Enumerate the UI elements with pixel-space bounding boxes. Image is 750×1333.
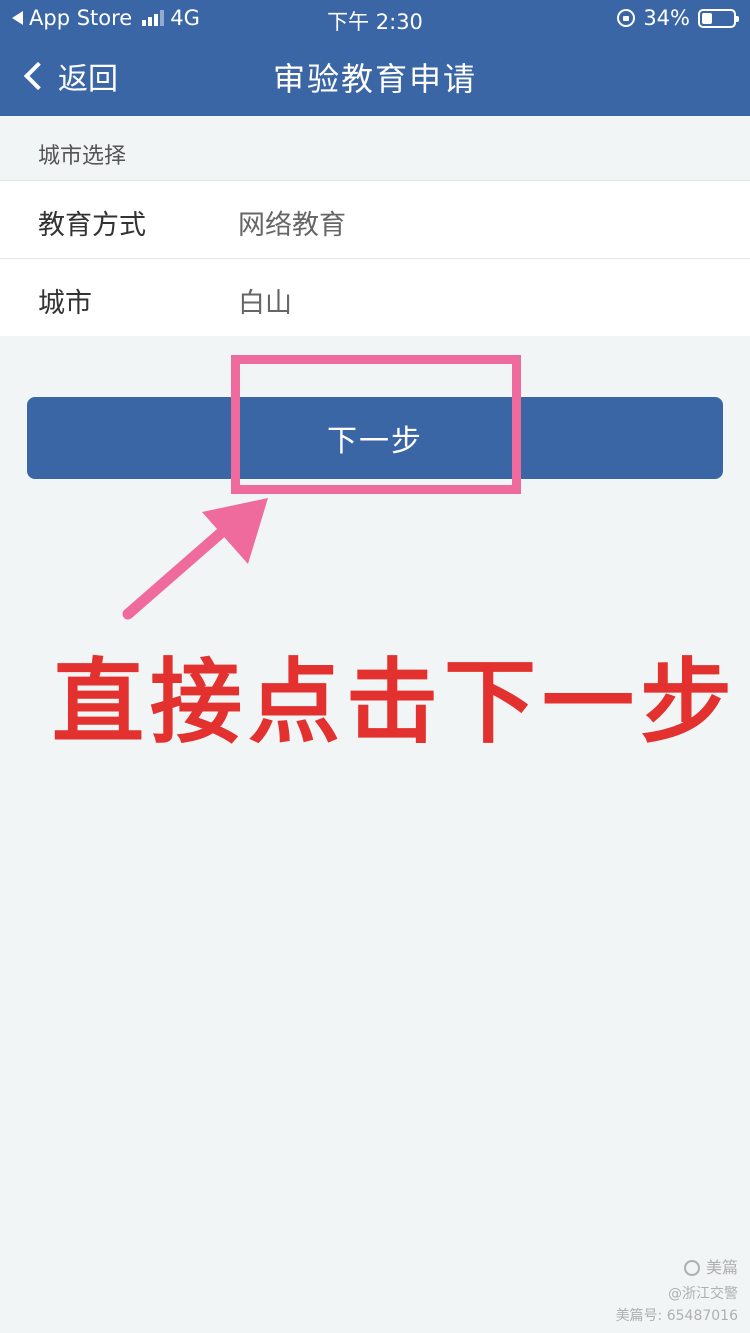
meipian-logo-icon [683, 1260, 700, 1276]
instruction-text: 直接点击下一步 [52, 649, 739, 756]
watermark-logo: 美篇 [683, 1257, 738, 1279]
watermark-line1: @浙江交警 [668, 1286, 738, 1302]
watermark-line2: 美篇号: 65487016 [615, 1308, 738, 1324]
watermark-brand: 美篇 [705, 1258, 738, 1277]
watermark: 美篇 @浙江交警 美篇号: 65487016 [616, 1257, 738, 1327]
